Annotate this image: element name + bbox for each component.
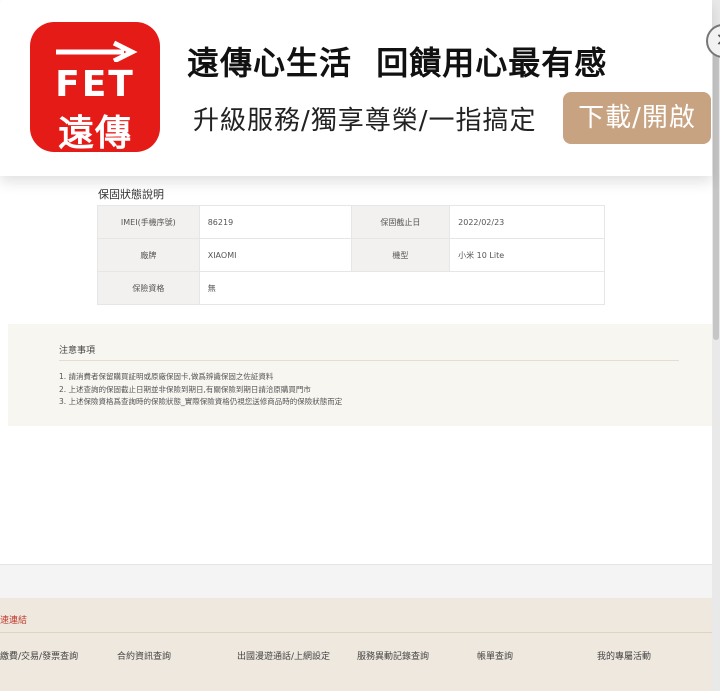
footer-link-bill-query[interactable]: 帳單查詢	[477, 649, 513, 662]
notes-list: 1. 請消費者保留購買証明或原廠保固卡,做爲辨識保固之佐証資料 2. 上述查詢的…	[59, 371, 342, 409]
logo-cn-text: 遠傳	[57, 113, 132, 154]
banner-close-button[interactable]: ✕	[706, 24, 720, 60]
footer-divider	[0, 632, 712, 633]
scrollbar-thumb[interactable]	[713, 40, 719, 340]
fet-app-logo: FET 遠傳	[30, 22, 160, 154]
imei-label: IMEI(手機序號)	[97, 205, 200, 239]
page-scrollbar[interactable]	[712, 0, 720, 691]
notes-divider	[59, 360, 679, 361]
brand-label: 廠牌	[97, 238, 200, 272]
footer-links-area	[0, 598, 712, 691]
warranty-section-title: 保固狀態說明	[98, 188, 164, 201]
download-open-button[interactable]: 下載/開啟	[563, 92, 711, 144]
close-icon[interactable]: ✕	[706, 24, 720, 58]
notes-title: 注意事項	[59, 346, 96, 356]
table-row: 廠牌 XIAOMI 機型 小米 10 Lite	[97, 238, 605, 272]
list-item: 2. 上述查詢的保固截止日期並非保險到期日,有關保險到期日請洽原購買門市	[59, 384, 311, 394]
logo-arrow-icon	[56, 40, 138, 62]
app-download-banner: FET 遠傳 遠傳心生活 回饋用心最有感 升級服務/獨享尊榮/一指搞定 下載/開…	[0, 0, 720, 176]
table-row: 保險資格 無	[97, 271, 606, 305]
list-item: 3. 上述保險資格爲查詢時的保險狀態_實際保險資格仍視您送修商品時的保險狀態而定	[59, 397, 343, 406]
notes-panel: 注意事項 1. 請消費者保留購買証明或原廠保固卡,做爲辨識保固之佐証資料 2. …	[8, 324, 712, 426]
list-item: 1. 請消費者保留購買証明或原廠保固卡,做爲辨識保固之佐証資料	[59, 372, 274, 381]
warranty-end-label: 保固截止日	[350, 205, 451, 239]
quick-links-title: 速連結	[0, 616, 28, 626]
insurance-value: 無	[198, 271, 606, 305]
imei-value: 86219	[198, 205, 352, 239]
footer-link-my-activities[interactable]: 我的專屬活動	[597, 649, 651, 662]
footer-link-service-history[interactable]: 服務異動記錄查詢	[357, 649, 429, 662]
model-label: 機型	[350, 238, 451, 272]
logo-text: FET	[55, 64, 135, 105]
footer-link-contract-info[interactable]: 合約資訊查詢	[117, 649, 171, 662]
model-value: 小米 10 Lite	[449, 238, 605, 272]
insurance-label: 保險資格	[97, 271, 200, 305]
footer-top-band	[0, 564, 712, 599]
footer-link-roaming-settings[interactable]: 出國漫遊通話/上網設定	[237, 649, 330, 662]
banner-subtitle: 升級服務/獨享尊榮/一指搞定	[193, 106, 537, 136]
brand-value: XIAOMI	[198, 238, 352, 272]
warranty-table: IMEI(手機序號) 86219 保固截止日 2022/02/23 廠牌 XIA…	[97, 205, 606, 305]
table-row: IMEI(手機序號) 86219 保固截止日 2022/02/23	[97, 205, 605, 239]
warranty-end-value: 2022/02/23	[449, 205, 605, 239]
footer-link-billing-transactions[interactable]: 繳費/交易/發票查詢	[0, 649, 78, 662]
banner-title: 遠傳心生活 回饋用心最有感	[187, 44, 608, 82]
